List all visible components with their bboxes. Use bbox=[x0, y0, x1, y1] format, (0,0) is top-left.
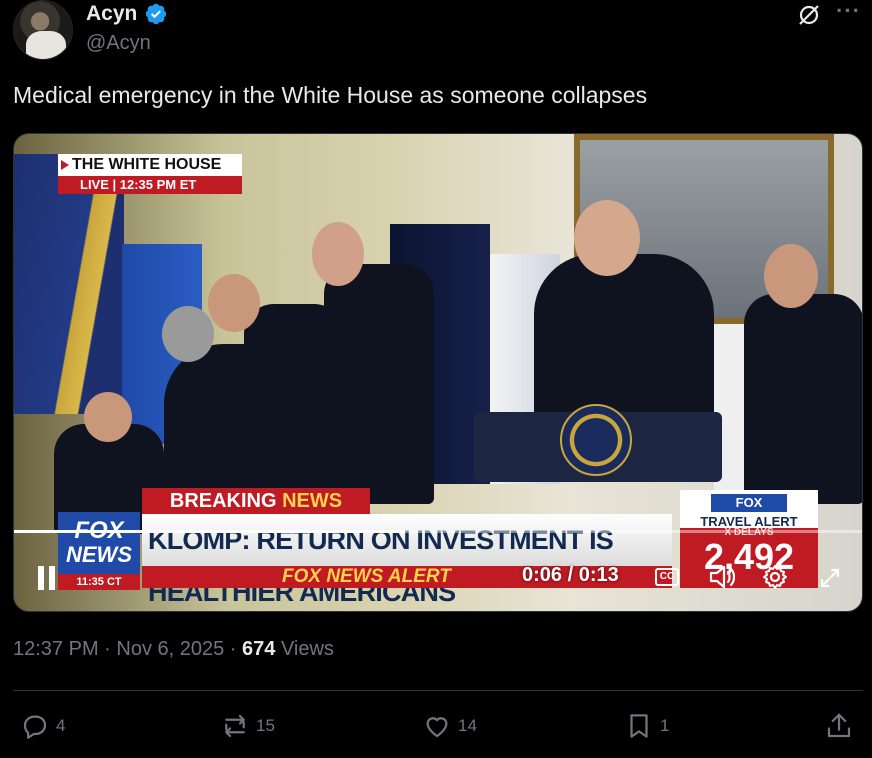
live-time: LIVE | 12:35 PM ET bbox=[58, 176, 242, 194]
news-headline: KLOMP: RETURN ON INVESTMENT IS HEALTHIER… bbox=[142, 514, 672, 607]
person-standing bbox=[324, 264, 434, 504]
weather-sub: X DELAYS bbox=[724, 527, 774, 538]
share-icon bbox=[827, 713, 851, 738]
fullscreen-icon[interactable] bbox=[818, 566, 842, 590]
breaking-news-label: BREAKING NEWS bbox=[142, 488, 370, 514]
avatar[interactable] bbox=[13, 0, 73, 60]
share-button[interactable] bbox=[824, 708, 860, 744]
more-options-icon[interactable]: ··· bbox=[836, 0, 862, 26]
person-right bbox=[744, 294, 862, 504]
tweet-actions: 4 15 14 1 bbox=[0, 708, 872, 748]
player-controls: 0:06 / 0:13 CC bbox=[14, 560, 862, 594]
reply-icon bbox=[23, 715, 47, 739]
reply-button[interactable]: 4 bbox=[20, 708, 65, 744]
person-head-bald bbox=[208, 274, 260, 332]
weather-brand: FOX WEATHER bbox=[711, 494, 787, 528]
repost-button[interactable]: 15 bbox=[220, 708, 275, 744]
repost-count: 15 bbox=[256, 716, 275, 735]
views-label: Views bbox=[275, 638, 334, 660]
white-house-bug: THE WHITE HOUSE LIVE | 12:35 PM ET bbox=[58, 154, 242, 196]
breaking-prefix: BREAKING bbox=[169, 490, 283, 512]
verified-badge-icon bbox=[145, 3, 167, 25]
person-head bbox=[84, 392, 132, 442]
progress-fill bbox=[14, 530, 405, 533]
reply-count: 4 bbox=[56, 716, 66, 735]
person-head-right bbox=[764, 244, 818, 308]
like-count: 14 bbox=[458, 716, 477, 735]
pause-icon[interactable] bbox=[36, 566, 58, 590]
author-name[interactable]: Acyn bbox=[86, 2, 137, 26]
captions-icon[interactable]: CC bbox=[655, 568, 679, 586]
tweet-meta: 12:37 PM · Nov 6, 2025 · 674 Views bbox=[13, 638, 334, 661]
settings-gear-icon[interactable] bbox=[762, 564, 788, 590]
tweet-header: Acyn @Acyn ··· bbox=[0, 0, 872, 70]
author-handle[interactable]: @Acyn bbox=[86, 32, 151, 55]
bookmark-button[interactable]: 1 bbox=[624, 708, 669, 744]
bookmark-count: 1 bbox=[660, 716, 670, 735]
presidential-seal bbox=[560, 404, 632, 476]
person-head-grey bbox=[162, 306, 214, 362]
divider bbox=[13, 690, 863, 691]
video-player[interactable]: THE WHITE HOUSE LIVE | 12:35 PM ET FOX N… bbox=[13, 133, 863, 612]
progress-bar[interactable] bbox=[14, 530, 862, 533]
like-button[interactable]: 14 bbox=[422, 708, 477, 744]
white-house-title: THE WHITE HOUSE bbox=[58, 154, 242, 176]
grok-icon[interactable] bbox=[796, 2, 822, 28]
repost-icon bbox=[225, 714, 245, 738]
views-count: 674 bbox=[242, 638, 276, 660]
tweet-timestamp[interactable]: 12:37 PM · Nov 6, 2025 · bbox=[13, 638, 242, 660]
person-head-standing bbox=[312, 222, 364, 286]
playback-time: 0:06 / 0:13 bbox=[522, 564, 619, 586]
speaker-head bbox=[574, 200, 640, 276]
heart-icon bbox=[426, 717, 448, 738]
tweet-text: Medical emergency in the White House as … bbox=[13, 82, 648, 108]
breaking-suffix: NEWS bbox=[282, 490, 343, 512]
volume-icon[interactable] bbox=[708, 564, 738, 590]
bookmark-icon bbox=[630, 714, 648, 738]
